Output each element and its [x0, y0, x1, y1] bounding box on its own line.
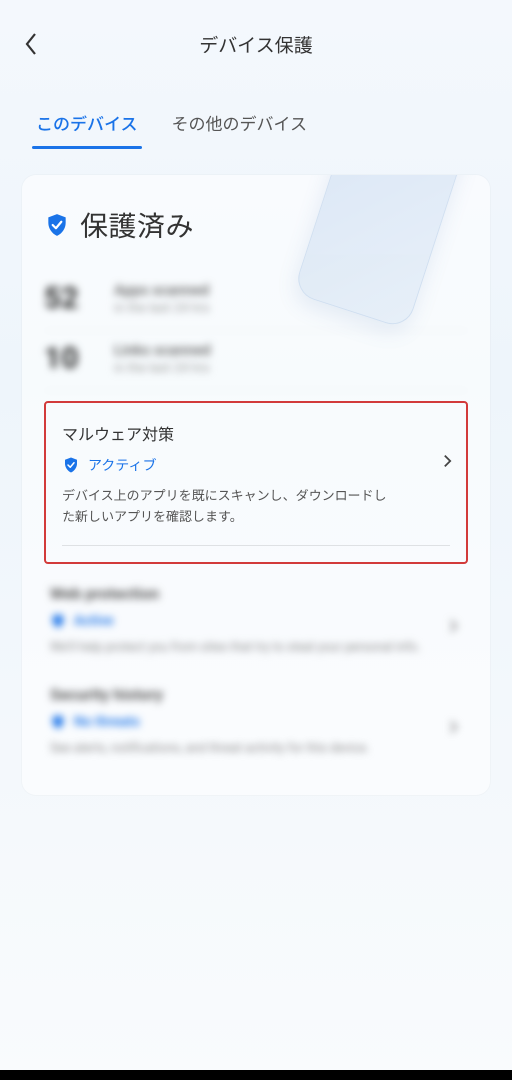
stat-value: 52	[44, 281, 96, 316]
stat-apps-scanned: 52 Apps scanned in the last 24 hrs	[44, 271, 468, 331]
feature-title: Security history	[50, 685, 462, 704]
feature-web-protection[interactable]: Web protection Active We'll help protect…	[44, 564, 468, 666]
tab-other-devices[interactable]: その他のデバイス	[172, 110, 308, 149]
stat-label-1: Links scanned	[114, 341, 211, 359]
stat-label-2: in the last 24 hrs	[114, 301, 210, 316]
page-title: デバイス保護	[24, 31, 488, 58]
feature-status-label: No threats	[74, 714, 140, 730]
feature-description: We'll help protect you from sites that t…	[50, 639, 429, 658]
feature-malware[interactable]: マルウェア対策 アクティブ デバイス上のアプリを既にスキャンし、ダウンロードした…	[44, 401, 468, 564]
feature-status-row: No threats	[50, 714, 462, 730]
protection-status-label: 保護済み	[80, 205, 194, 245]
tab-this-device[interactable]: このデバイス	[36, 110, 138, 149]
feature-status-row: Active	[50, 613, 462, 629]
chevron-right-icon	[449, 719, 458, 739]
shield-check-icon	[44, 212, 70, 238]
device-protection-screen: デバイス保護 このデバイス その他のデバイス 保護済み 52 Apps scan…	[0, 0, 512, 1080]
feature-title: マルウェア対策	[62, 421, 450, 445]
feature-status-label: Active	[74, 613, 113, 629]
chevron-right-icon	[443, 453, 452, 473]
system-nav-bar	[0, 1070, 512, 1080]
feature-status-row: アクティブ	[62, 455, 450, 475]
tabs: このデバイス その他のデバイス	[0, 88, 512, 149]
feature-title: Web protection	[50, 584, 462, 603]
stat-label-2: in the last 24 hrs	[114, 361, 211, 376]
stat-value: 10	[44, 341, 96, 376]
divider	[62, 545, 450, 546]
chevron-right-icon	[449, 618, 458, 638]
shield-check-icon	[50, 613, 66, 629]
feature-status-label: アクティブ	[88, 455, 156, 475]
feature-description: See alerts, notifications, and threat ac…	[50, 740, 429, 759]
feature-description: デバイス上のアプリを既にスキャンし、ダウンロードした新しいアプリを確認します。	[62, 487, 396, 529]
stat-links-scanned: 10 Links scanned in the last 24 hrs	[44, 331, 468, 391]
shield-check-icon	[62, 456, 80, 474]
stat-label-1: Apps scanned	[114, 281, 210, 299]
header: デバイス保護	[0, 0, 512, 88]
feature-security-history[interactable]: Security history No threats See alerts, …	[44, 665, 468, 767]
shield-check-icon	[50, 714, 66, 730]
protection-card: 保護済み 52 Apps scanned in the last 24 hrs …	[22, 175, 490, 795]
